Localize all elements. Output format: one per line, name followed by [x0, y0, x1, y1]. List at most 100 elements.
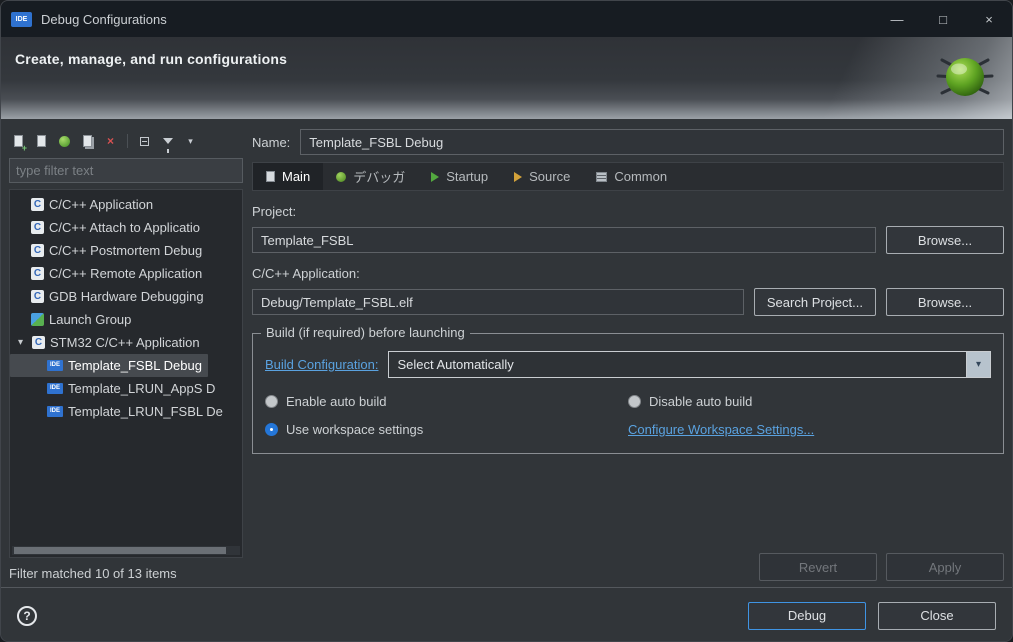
tree-item-label: GDB Hardware Debugging [49, 289, 204, 304]
debugger-tab-icon [336, 171, 347, 182]
tree-item-template-lrun-fsbl[interactable]: IDE Template_LRUN_FSBL De [10, 400, 229, 423]
application-label: C/C++ Application: [252, 266, 360, 281]
c-application-icon: C [32, 336, 45, 349]
build-configuration-select[interactable]: Select Automatically ▾ [388, 351, 991, 378]
radio-label: Disable auto build [649, 394, 753, 409]
tree-item-template-fsbl-debug[interactable]: IDE Template_FSBL Debug [10, 354, 208, 377]
project-input[interactable] [252, 227, 876, 253]
scrollbar-thumb[interactable] [14, 547, 227, 554]
help-button[interactable]: ? [17, 605, 37, 626]
radio-label: Use workspace settings [286, 422, 424, 437]
new-prototype-icon[interactable] [34, 134, 49, 149]
auto-build-options: Enable auto build Disable auto build Use… [265, 394, 991, 437]
ide-badge-icon: IDE [47, 360, 63, 371]
name-input[interactable] [300, 129, 1004, 155]
tree-item-template-lrun-apps[interactable]: IDE Template_LRUN_AppS D [10, 377, 221, 400]
tree-item-gdb-hardware[interactable]: C GDB Hardware Debugging [10, 285, 210, 308]
expander-open-icon[interactable]: ▾ [14, 337, 27, 348]
build-configuration-link[interactable]: Build Configuration: [265, 357, 378, 372]
horizontal-scrollbar[interactable] [12, 546, 240, 555]
launch-group-icon [31, 313, 44, 326]
tree-item-c-attach[interactable]: C C/C++ Attach to Applicatio [10, 216, 206, 239]
radio-checked-icon [265, 423, 278, 436]
window-controls: — □ × [874, 1, 1012, 37]
tree-item-label: C/C++ Remote Application [49, 266, 203, 281]
c-application-icon: C [31, 290, 44, 303]
view-menu-icon[interactable]: ▾ [183, 134, 198, 149]
filter-input[interactable] [9, 158, 243, 183]
enable-auto-build-radio[interactable]: Enable auto build [265, 394, 628, 409]
dialog-footer: ? Debug Close [1, 587, 1012, 641]
tree-item-label: Template_FSBL Debug [68, 358, 202, 373]
debug-button[interactable]: Debug [748, 601, 866, 630]
application-browse-button[interactable]: Browse... [886, 288, 1004, 316]
tree-item-label: Launch Group [49, 312, 132, 327]
ide-badge-icon: IDE [47, 406, 63, 417]
tree-item-label: C/C++ Attach to Applicatio [49, 220, 201, 235]
delete-configuration-icon[interactable]: × [103, 134, 118, 149]
project-label: Project: [252, 204, 297, 219]
toolbar-separator [127, 134, 128, 148]
name-label: Name: [252, 134, 291, 150]
minimize-button[interactable]: — [874, 1, 920, 37]
radio-label: Enable auto build [286, 394, 387, 409]
combo-dropdown-button[interactable]: ▾ [966, 352, 990, 377]
configure-workspace-settings-link[interactable]: Configure Workspace Settings... [628, 422, 991, 437]
project-row: Browse... [252, 226, 1004, 254]
chevron-down-icon: ▾ [975, 358, 982, 370]
tree-item-label: C/C++ Application [49, 197, 154, 212]
tab-common[interactable]: Common [583, 163, 680, 190]
configurations-tree: C C/C++ Application C C/C++ Attach to Ap… [9, 189, 243, 558]
apply-button[interactable]: Apply [886, 553, 1004, 581]
banner-title: Create, manage, and run configurations [15, 51, 288, 67]
sidebar-toolbar: × ▾ [9, 129, 243, 153]
search-project-button[interactable]: Search Project... [753, 288, 876, 316]
tree-item-c-application[interactable]: C C/C++ Application [10, 193, 159, 216]
tab-source[interactable]: Source [501, 163, 583, 190]
revert-apply-row: Revert Apply [252, 543, 1004, 581]
app-icon: IDE [11, 11, 32, 27]
tab-label: Main [282, 169, 311, 184]
tab-main[interactable]: Main [253, 163, 324, 190]
sidebar: × ▾ C C/C++ Application C C/C++ Attach t… [9, 129, 243, 581]
collapse-all-icon[interactable] [137, 134, 152, 149]
revert-button[interactable]: Revert [759, 553, 877, 581]
window-title: Debug Configurations [41, 11, 167, 27]
debug-bug-icon [936, 58, 994, 96]
tree-item-c-postmortem[interactable]: C C/C++ Postmortem Debug [10, 239, 208, 262]
tree-item-label: Template_LRUN_AppS D [68, 381, 216, 396]
tab-debugger[interactable]: デバッガ [323, 163, 418, 190]
filter-icon[interactable] [160, 134, 175, 153]
build-before-launch-group: Build (if required) before launching Bui… [252, 325, 1004, 454]
tree-item-stm32-application[interactable]: ▾ C STM32 C/C++ Application [10, 331, 206, 354]
filter-status: Filter matched 10 of 13 items [9, 566, 177, 581]
window-close-button[interactable]: × [966, 1, 1012, 37]
debug-configurations-dialog: IDE Debug Configurations — □ × Create, m… [0, 0, 1013, 642]
close-dialog-button[interactable]: Close [878, 601, 996, 630]
configuration-form: Name: Main デバッガ Startup Sourc [252, 129, 1004, 581]
tab-label: Source [529, 169, 571, 184]
maximize-button[interactable]: □ [920, 1, 966, 37]
tab-bar: Main デバッガ Startup Source Common [252, 162, 1004, 191]
application-row: Search Project... Browse... [252, 288, 1004, 316]
tree-item-c-remote[interactable]: C C/C++ Remote Application [10, 262, 208, 285]
startup-tab-icon [431, 171, 440, 182]
project-browse-button[interactable]: Browse... [886, 226, 1004, 254]
export-configurations-icon[interactable] [57, 134, 72, 149]
tab-label: デバッガ [353, 170, 406, 185]
main-tab-content: Project: Browse... C/C++ Application: Se… [252, 204, 1004, 581]
name-row: Name: [252, 129, 1004, 155]
tree-item-launch-group[interactable]: Launch Group [10, 308, 137, 331]
disable-auto-build-radio[interactable]: Disable auto build [628, 394, 991, 409]
tab-startup[interactable]: Startup [418, 163, 501, 190]
radio-unchecked-icon [628, 395, 641, 408]
application-input[interactable] [252, 289, 744, 315]
titlebar: IDE Debug Configurations — □ × [1, 1, 1012, 37]
banner: Create, manage, and run configurations [1, 37, 1012, 119]
radio-unchecked-icon [265, 395, 278, 408]
common-tab-icon [596, 171, 608, 182]
new-launch-configuration-icon[interactable] [11, 134, 27, 153]
use-workspace-settings-radio[interactable]: Use workspace settings [265, 422, 628, 437]
tab-label: Common [614, 169, 668, 184]
duplicate-configuration-icon[interactable] [80, 134, 95, 149]
